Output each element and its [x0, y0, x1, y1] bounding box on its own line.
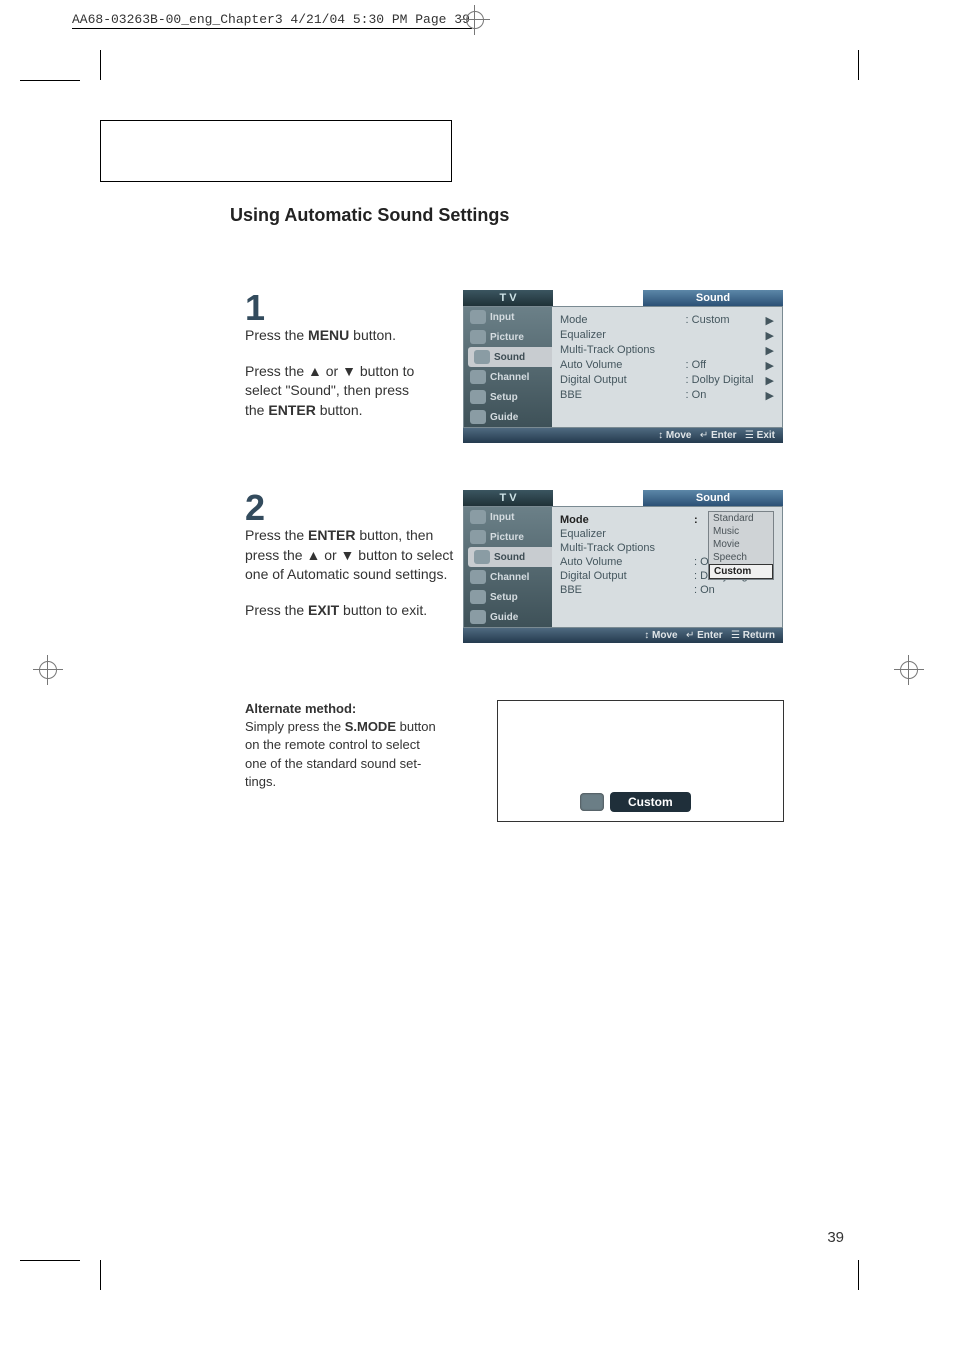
crop-mark: [100, 50, 101, 80]
osd-sidebar-guide: Guide: [464, 407, 552, 427]
dropdown-option: Music: [709, 525, 773, 538]
step-number-2: 2: [245, 490, 455, 526]
osd-sidebar-channel: Channel: [464, 367, 552, 387]
sound-icon: [474, 350, 490, 364]
osd-sidebar-channel: Channel: [464, 567, 552, 587]
input-icon: [470, 310, 486, 324]
osd-sidebar-setup: Setup: [464, 387, 552, 407]
registration-mark-left: [33, 655, 63, 685]
crop-mark: [100, 1260, 101, 1290]
step-1-line2: Press the ▲ or ▼ button to select "Sound…: [245, 362, 415, 421]
alt-method-title: Alternate method:: [245, 701, 356, 716]
step-2-block: 2 Press the ENTER button, then press the…: [245, 490, 455, 620]
picture-icon: [470, 330, 486, 344]
dropdown-option-selected: Custom: [709, 564, 773, 579]
guide-icon: [470, 610, 486, 624]
osd-sidebar-guide: Guide: [464, 607, 552, 627]
title-box: [100, 120, 452, 182]
osd-sidebar: Input Picture Sound Channel Setup Guide: [464, 307, 552, 427]
setup-icon: [470, 390, 486, 404]
registration-mark-right: [894, 655, 924, 685]
step-1-block: 1 Press the MENU button. Press the ▲ or …: [245, 290, 445, 420]
crop-mark: [20, 80, 80, 81]
osd-footer: ↕ Move ↵ Enter ☰ Return: [463, 628, 783, 643]
osd-sidebar-input: Input: [464, 507, 552, 527]
step-number-1: 1: [245, 290, 445, 326]
osd-sidebar-setup: Setup: [464, 587, 552, 607]
crop-mark: [858, 1260, 859, 1290]
osd-sidebar-picture: Picture: [464, 327, 552, 347]
registration-mark-top: [460, 5, 490, 35]
crop-mark: [858, 50, 859, 80]
step-1-line1: Press the MENU button.: [245, 326, 445, 346]
crop-mark: [20, 1260, 80, 1261]
osd-sidebar-sound: Sound: [468, 547, 552, 567]
step-2-line1: Press the ENTER button, then press the ▲…: [245, 526, 455, 585]
osd-screenshot-2: T V Sound Input Picture Sound Channel Se…: [463, 490, 783, 643]
guide-icon: [470, 410, 486, 424]
osd-footer: ↕ Move ↵ Enter ☰ Exit: [463, 428, 783, 443]
osd-screenshot-1: T V Sound Input Picture Sound Channel Se…: [463, 290, 783, 443]
osd-tv-label: T V: [463, 490, 553, 506]
channel-icon: [470, 370, 486, 384]
channel-icon: [470, 570, 486, 584]
page-number: 39: [827, 1229, 844, 1246]
input-icon: [470, 510, 486, 524]
osd-title: Sound: [643, 290, 783, 306]
step-2-line2: Press the EXIT button to exit.: [245, 601, 455, 621]
osd-sidebar-picture: Picture: [464, 527, 552, 547]
speaker-icon: [580, 793, 604, 811]
dropdown-option: Standard: [709, 512, 773, 525]
custom-bubble-label: Custom: [610, 792, 691, 812]
setup-icon: [470, 590, 486, 604]
sound-icon: [474, 550, 490, 564]
mode-dropdown: Standard Music Movie Speech Custom: [708, 511, 774, 580]
osd-sidebar-input: Input: [464, 307, 552, 327]
section-title: Using Automatic Sound Settings: [230, 205, 509, 226]
osd-sidebar: Input Picture Sound Channel Setup Guide: [464, 507, 552, 627]
osd-title: Sound: [643, 490, 783, 506]
file-header-line: AA68-03263B-00_eng_Chapter3 4/21/04 5:30…: [72, 12, 470, 27]
picture-icon: [470, 530, 486, 544]
dropdown-option: Movie: [709, 538, 773, 551]
dropdown-option: Speech: [709, 551, 773, 564]
custom-bubble: Custom: [580, 792, 691, 812]
header-underline: [72, 28, 472, 29]
osd-tv-label: T V: [463, 290, 553, 306]
osd-sidebar-sound: Sound: [468, 347, 552, 367]
alternate-method-text: Alternate method: Simply press the S.MOD…: [245, 700, 445, 791]
osd-menu-list: Mode: Custom▶ Equalizer▶ Multi-Track Opt…: [552, 307, 782, 427]
